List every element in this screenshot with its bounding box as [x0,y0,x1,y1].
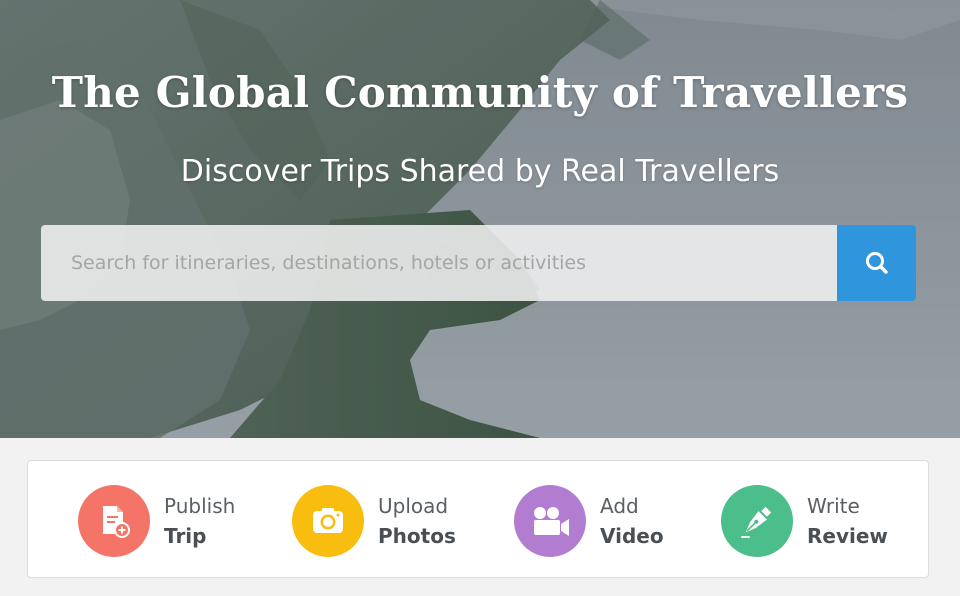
document-add-icon [95,502,133,540]
search-icon [864,250,890,276]
action-object: Video [600,524,664,548]
action-icon-circle [721,485,793,557]
hero-banner: The Global Community of Travellers Disco… [0,0,960,438]
action-icon-circle [292,485,364,557]
search-button[interactable] [837,225,916,301]
action-object: Review [807,524,888,548]
hero-subtitle: Discover Trips Shared by Real Travellers [180,154,780,189]
fountain-pen-icon [737,501,777,541]
action-icon-circle [514,485,586,557]
action-verb: Write [807,494,860,518]
quick-actions-card: Publish Trip Upload Photos Add Video Wri… [27,460,929,578]
video-camera-icon [528,501,572,541]
write-review-action[interactable]: Write Review [721,485,888,557]
camera-icon [308,501,348,541]
hero-title: The Global Community of Travellers [51,68,909,117]
action-verb: Add [600,494,639,518]
action-object: Trip [164,524,207,548]
action-icon-circle [78,485,150,557]
action-verb: Upload [378,494,449,518]
action-verb: Publish [164,494,236,518]
upload-photos-action[interactable]: Upload Photos [292,485,456,557]
search-bar [41,225,916,301]
action-object: Photos [378,524,456,548]
publish-trip-action[interactable]: Publish Trip [78,485,235,557]
search-input[interactable] [41,225,837,301]
add-video-action[interactable]: Add Video [514,485,664,557]
hero-background-image [0,0,960,438]
